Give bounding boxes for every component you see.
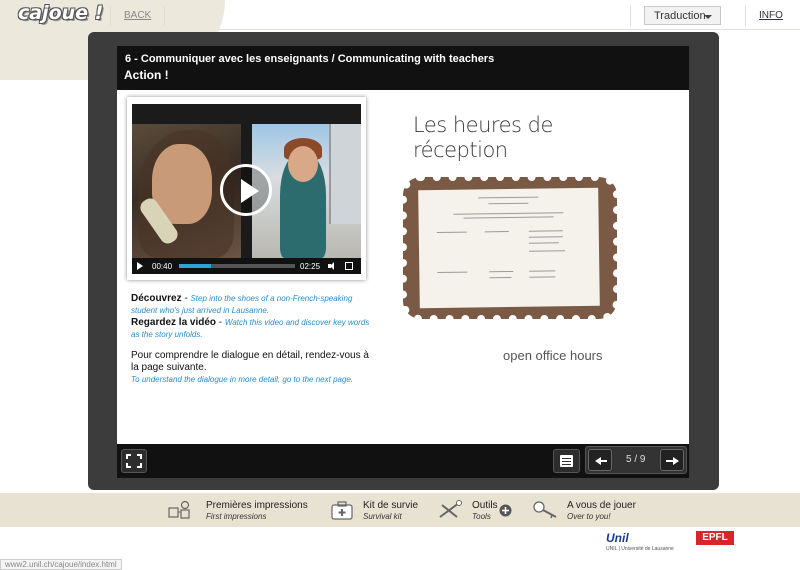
video-progress-fill <box>179 264 212 268</box>
previous-page-button[interactable] <box>588 449 612 471</box>
video-controls: 00:40 02:25 <box>132 258 361 274</box>
doc-line <box>436 231 467 234</box>
scene-face <box>288 146 318 182</box>
section-title: Action ! <box>124 68 169 82</box>
doc-line <box>528 242 559 244</box>
chapter-title: 6 - Communiquer avec les enseignants / C… <box>125 53 495 65</box>
list-icon <box>560 455 573 467</box>
page-list-button[interactable] <box>553 449 580 473</box>
nav-label: Premières impressions <box>206 500 308 511</box>
doc-line <box>489 276 512 279</box>
nav-over-to-you[interactable]: A vous de jouer Over to you! <box>532 498 642 524</box>
doc-line <box>489 270 514 273</box>
next-page-button[interactable] <box>660 449 684 471</box>
doc-line <box>478 196 539 199</box>
discover-title: Découvrez <box>131 293 182 304</box>
doc-line <box>528 230 563 232</box>
divider <box>164 6 165 26</box>
divider <box>630 6 631 26</box>
watch-block: Regardez la vidéo - Watch this video and… <box>131 317 370 339</box>
doc-line <box>529 250 566 252</box>
expand-corner <box>137 454 142 459</box>
next-page-block: Pour comprendre le dialogue en détail, r… <box>131 350 371 386</box>
people-icon <box>168 500 190 519</box>
watch-title: Regardez la vidéo <box>131 317 217 328</box>
status-url: www2.unil.ch/cajoue/index.html <box>0 559 122 570</box>
doc-line <box>484 231 509 233</box>
plus-circle-icon <box>499 504 512 517</box>
doc-line <box>529 276 556 278</box>
translation-dropdown[interactable]: Traduction <box>644 6 721 25</box>
illustration-caption: open office hours <box>503 348 603 363</box>
current-time: 00:40 <box>152 262 173 271</box>
next-page-english: To understand the dialogue in more detai… <box>131 375 354 384</box>
video-progress-bar[interactable] <box>179 264 295 268</box>
nav-label: Outils <box>472 500 498 511</box>
nav-first-impressions[interactable]: Premières impressions First impressions <box>168 498 318 524</box>
page-indicator: 5 / 9 <box>626 454 646 465</box>
nav-label: Kit de survie <box>363 500 419 511</box>
nav-label: A vous de jouer <box>567 500 636 511</box>
nav-sublabel: Survival kit <box>363 512 402 521</box>
nav-sublabel: Over to you! <box>567 512 611 521</box>
nav-survival-kit[interactable]: Kit de survie Survival kit <box>330 498 430 524</box>
back-link[interactable]: BACK <box>124 10 151 21</box>
nav-sublabel: First impressions <box>206 512 267 521</box>
expand-button[interactable] <box>121 449 147 473</box>
pager: 5 / 9 <box>585 446 687 474</box>
expand-icon <box>126 454 142 468</box>
volume-icon[interactable] <box>328 262 336 270</box>
video-frame: 00:40 02:25 <box>132 104 361 274</box>
unil-subtitle: UNIL | Université de Lausanne <box>606 546 674 552</box>
info-link[interactable]: INFO <box>759 10 783 21</box>
play-button-icon[interactable] <box>137 262 143 270</box>
epfl-logo[interactable]: EPFL <box>696 531 734 545</box>
office-hours-stamp-image <box>399 173 621 323</box>
doc-line <box>463 216 554 219</box>
expand-corner <box>126 463 131 468</box>
duration: 02:25 <box>300 262 321 271</box>
key-icon <box>533 501 557 519</box>
doc-line <box>529 270 556 272</box>
divider <box>745 6 746 26</box>
doc-line <box>488 202 529 205</box>
video-player[interactable]: 00:40 02:25 <box>127 97 366 280</box>
nav-sublabel: Tools <box>472 512 491 521</box>
doc-line <box>528 236 563 238</box>
lesson-header: 6 - Communiquer avec les enseignants / C… <box>117 46 689 90</box>
expand-corner <box>137 463 142 468</box>
next-page-french: Pour comprendre le dialogue en détail, r… <box>131 350 369 373</box>
doc-line <box>437 271 468 274</box>
chevron-down-icon <box>704 15 712 19</box>
unil-logo[interactable]: Unil <box>606 531 629 545</box>
office-hours-document <box>418 187 600 309</box>
play-icon[interactable] <box>220 164 272 216</box>
first-aid-kit-icon <box>331 501 353 520</box>
doc-line <box>453 212 564 215</box>
handwritten-title: Les heures de réception <box>413 113 553 163</box>
fullscreen-icon[interactable] <box>345 262 353 270</box>
discover-block: Découvrez - Step into the shoes of a non… <box>131 293 353 315</box>
scene-building <box>329 124 361 224</box>
cajoue-logo[interactable]: cajoue ! <box>18 2 103 24</box>
handwritten-title-line2: réception <box>413 138 508 162</box>
divider <box>110 6 111 26</box>
tools-icon <box>439 500 462 518</box>
nav-tools[interactable]: Outils Tools <box>437 498 517 524</box>
expand-corner <box>126 454 131 459</box>
handwritten-title-line1: Les heures de <box>413 113 553 137</box>
translation-label: Traduction <box>654 10 706 22</box>
